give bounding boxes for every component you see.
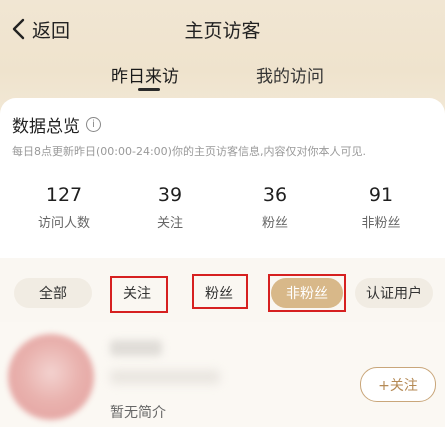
stat-label: 访问人数: [37, 216, 90, 231]
tab-my-visits[interactable]: 我的访问: [256, 62, 324, 87]
stat-fans: 36 粉丝: [225, 184, 325, 231]
info-icon[interactable]: i: [86, 117, 101, 132]
highlight-box-non-fans: [268, 274, 346, 312]
filter-all-chip[interactable]: 全部: [14, 278, 92, 308]
stat-label: 关注: [156, 216, 183, 231]
stat-label: 粉丝: [261, 216, 288, 231]
stat-value: 91: [368, 184, 394, 206]
navigation-bar: 返回 主页访客: [0, 0, 445, 58]
stat-value: 39: [157, 184, 183, 206]
visitor-bio: 暂无简介: [110, 405, 166, 421]
overview-card: 数据总览 i 每日8点更新昨日(00:00-24:00)你的主页访客信息,内容仅…: [0, 98, 445, 258]
stat-non-fans: 91 非粉丝: [331, 184, 431, 231]
blurred-info: [110, 370, 220, 384]
tab-yesterday-visits[interactable]: 昨日来访: [111, 62, 179, 87]
highlight-box-following: [110, 276, 168, 313]
blurred-username: [110, 340, 162, 356]
highlight-box-fans: [192, 274, 248, 309]
visitor-list-item[interactable]: 暂无简介 +关注: [0, 322, 445, 427]
overview-title-text: 数据总览: [12, 117, 80, 137]
page-title: 主页访客: [184, 20, 261, 42]
overview-subtitle: 每日8点更新昨日(00:00-24:00)你的主页访客信息,内容仅对你本人可见.: [12, 145, 366, 158]
overview-title: 数据总览 i: [12, 112, 101, 137]
stat-value: 127: [45, 184, 83, 206]
stat-following: 39 关注: [120, 184, 220, 231]
active-tab-indicator: [138, 88, 160, 91]
filter-verified-chip[interactable]: 认证用户: [355, 278, 433, 308]
avatar[interactable]: [8, 334, 94, 420]
stat-value: 36: [262, 184, 288, 206]
follow-button[interactable]: +关注: [360, 367, 436, 402]
stat-visitors: 127 访问人数: [14, 184, 114, 231]
stat-label: 非粉丝: [361, 216, 401, 231]
tab-bar: 昨日来访 我的访问: [0, 58, 445, 98]
